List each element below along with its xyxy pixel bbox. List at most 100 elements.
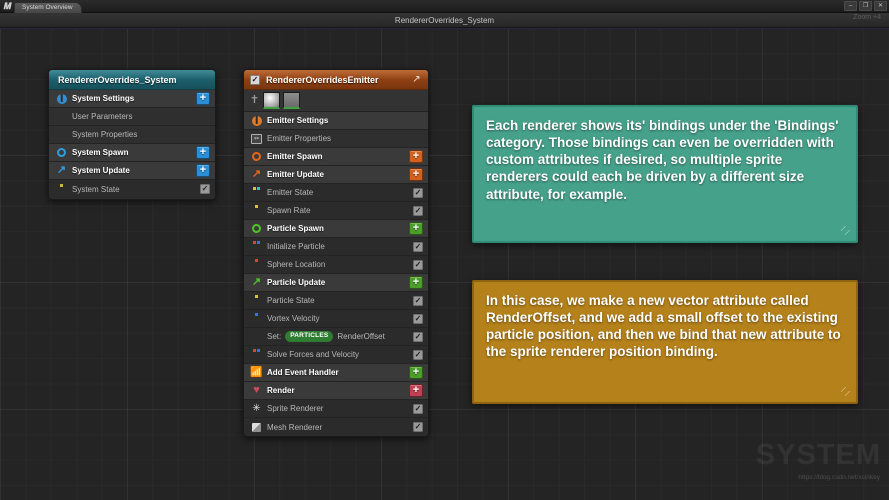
add-module-button[interactable]: +	[409, 150, 423, 163]
sprite-star-icon	[251, 403, 262, 414]
module-enabled-checkbox[interactable]: ✓	[413, 260, 423, 270]
node-row[interactable]: Mesh Renderer ✓	[244, 418, 428, 436]
node-row-label: System State	[72, 185, 195, 194]
state-square-icon	[56, 184, 67, 195]
node-row-label: User Parameters	[72, 112, 191, 121]
add-module-button[interactable]: +	[409, 384, 423, 397]
emitter-node-header[interactable]: ✓ RendererOverridesEmitter ↗︎	[244, 70, 428, 90]
module-enabled-checkbox[interactable]: ✓	[200, 184, 210, 194]
document-title: RendererOverrides_System	[395, 16, 494, 25]
module-enabled-checkbox[interactable]: ✓	[413, 422, 423, 432]
settings-icon	[56, 93, 67, 104]
add-module-button[interactable]: +	[409, 366, 423, 379]
add-module-button[interactable]: +	[409, 222, 423, 235]
node-row[interactable]: System State ✓	[49, 180, 215, 198]
unreal-engine-logo-icon: 𝑴	[0, 0, 14, 13]
module-enabled-checkbox[interactable]: ✓	[413, 332, 423, 342]
node-row[interactable]: System Update+	[49, 162, 215, 180]
node-row[interactable]: Initialize Particle✓	[244, 238, 428, 256]
node-row-label: Particle Spawn	[267, 224, 404, 233]
window-controls: – ❐ ✕	[844, 1, 887, 11]
node-row[interactable]: Emitter Update+	[244, 166, 428, 184]
node-row[interactable]: Particle Spawn +	[244, 220, 428, 238]
system-node-rows: System Settings + User Parameters System Pr…	[49, 90, 215, 199]
module-enabled-checkbox[interactable]: ✓	[413, 314, 423, 324]
heart-icon	[251, 385, 262, 396]
state-square-icon	[251, 295, 262, 306]
module-enabled-checkbox[interactable]: ✓	[413, 206, 423, 216]
node-row-label: Sprite Renderer	[267, 404, 408, 413]
node-row[interactable]: Sprite Renderer ✓	[244, 400, 428, 418]
node-row[interactable]: Add Event Handler+	[244, 364, 428, 382]
node-row-label: Emitter Spawn	[267, 152, 404, 161]
node-row[interactable]: Render +	[244, 382, 428, 400]
module-enabled-checkbox[interactable]: ✓	[413, 188, 423, 198]
close-button[interactable]: ✕	[874, 1, 887, 11]
node-row[interactable]: Emitter State ✓	[244, 184, 428, 202]
node-row-label: Particle State	[267, 296, 408, 305]
node-row[interactable]: Emitter Settings	[244, 112, 428, 130]
node-row[interactable]: User Parameters	[49, 108, 215, 126]
node-row[interactable]: Spawn Rate ✓	[244, 202, 428, 220]
sphere-thumbnail[interactable]	[263, 92, 280, 109]
node-row[interactable]: Set:PARTICLESRenderOffset✓	[244, 328, 428, 346]
dual-square-icon	[251, 187, 262, 198]
resize-grip-icon[interactable]	[841, 226, 853, 238]
particles-namespace-badge: PARTICLES	[285, 331, 333, 341]
blank-icon	[56, 111, 67, 122]
comment-text: In this case, we make a new vector attri…	[486, 293, 841, 359]
minimize-button[interactable]: –	[844, 1, 857, 11]
tab-label: System Overview	[22, 4, 73, 11]
node-row[interactable]: System Settings +	[49, 90, 215, 108]
emitter-thumbnail-row: ✝	[244, 90, 428, 112]
resize-grip-icon[interactable]	[841, 387, 853, 399]
node-row-label: Render	[267, 386, 404, 395]
module-enabled-checkbox[interactable]: ✓	[413, 242, 423, 252]
module-enabled-checkbox[interactable]: ✓	[413, 350, 423, 360]
t-shape-icon: ✝	[249, 93, 260, 108]
settings-icon	[251, 115, 262, 126]
emitter-enabled-checkbox[interactable]: ✓	[250, 75, 260, 85]
node-row[interactable]: Particle State ✓	[244, 292, 428, 310]
node-row-label: Mesh Renderer	[267, 423, 408, 432]
blank-icon	[56, 129, 67, 140]
system-node-header[interactable]: RendererOverrides_System	[49, 70, 215, 90]
set-prefix-label: Set:	[267, 332, 281, 341]
node-row-label: Spawn Rate	[267, 206, 408, 215]
node-row-label: Emitter Settings	[267, 116, 404, 125]
node-row-label: System Settings	[72, 94, 191, 103]
node-row-label: Emitter State	[267, 188, 408, 197]
open-in-new-icon[interactable]: ↗︎	[411, 74, 422, 85]
emitter-node-rows: Emitter SettingsEmitter PropertiesEmitte…	[244, 112, 428, 436]
comment-box-renderoffset[interactable]: In this case, we make a new vector attri…	[472, 280, 858, 404]
spawn-ring-icon	[251, 151, 262, 162]
update-arrow-icon	[251, 277, 262, 288]
comment-box-bindings[interactable]: Each renderer shows its' bindings under …	[472, 105, 858, 243]
module-enabled-checkbox[interactable]: ✓	[413, 404, 423, 414]
event-waves-icon	[251, 367, 262, 378]
node-row-label: Sphere Location	[267, 260, 408, 269]
mesh-thumbnail[interactable]	[283, 92, 300, 109]
add-module-button[interactable]: +	[196, 146, 210, 159]
node-row[interactable]: Solve Forces and Velocity✓	[244, 346, 428, 364]
node-row[interactable]: Sphere Location ✓	[244, 256, 428, 274]
add-module-button[interactable]: +	[409, 276, 423, 289]
comment-text: Each renderer shows its' bindings under …	[486, 118, 838, 202]
add-module-button[interactable]: +	[196, 164, 210, 177]
node-row[interactable]: Particle Update+	[244, 274, 428, 292]
add-module-button[interactable]: +	[196, 92, 210, 105]
state-square-icon	[251, 259, 262, 270]
node-row[interactable]: Vortex Velocity✓	[244, 310, 428, 328]
node-row[interactable]: System Properties	[49, 126, 215, 144]
node-row[interactable]: Emitter Spawn +	[244, 148, 428, 166]
dual-square-icon	[251, 349, 262, 360]
system-node[interactable]: RendererOverrides_System System Settings…	[48, 69, 216, 200]
add-module-button[interactable]: +	[409, 168, 423, 181]
emitter-node[interactable]: ✓ RendererOverridesEmitter ↗︎ ✝ Emitter …	[243, 69, 429, 437]
node-row[interactable]: System Spawn+	[49, 144, 215, 162]
node-row[interactable]: Emitter Properties	[244, 130, 428, 148]
tab-system-overview[interactable]: System Overview	[14, 2, 82, 13]
graph-canvas[interactable]: SYSTEM https://blog.csdn.net/xcinkey Ren…	[0, 28, 889, 500]
maximize-button[interactable]: ❐	[859, 1, 872, 11]
module-enabled-checkbox[interactable]: ✓	[413, 296, 423, 306]
